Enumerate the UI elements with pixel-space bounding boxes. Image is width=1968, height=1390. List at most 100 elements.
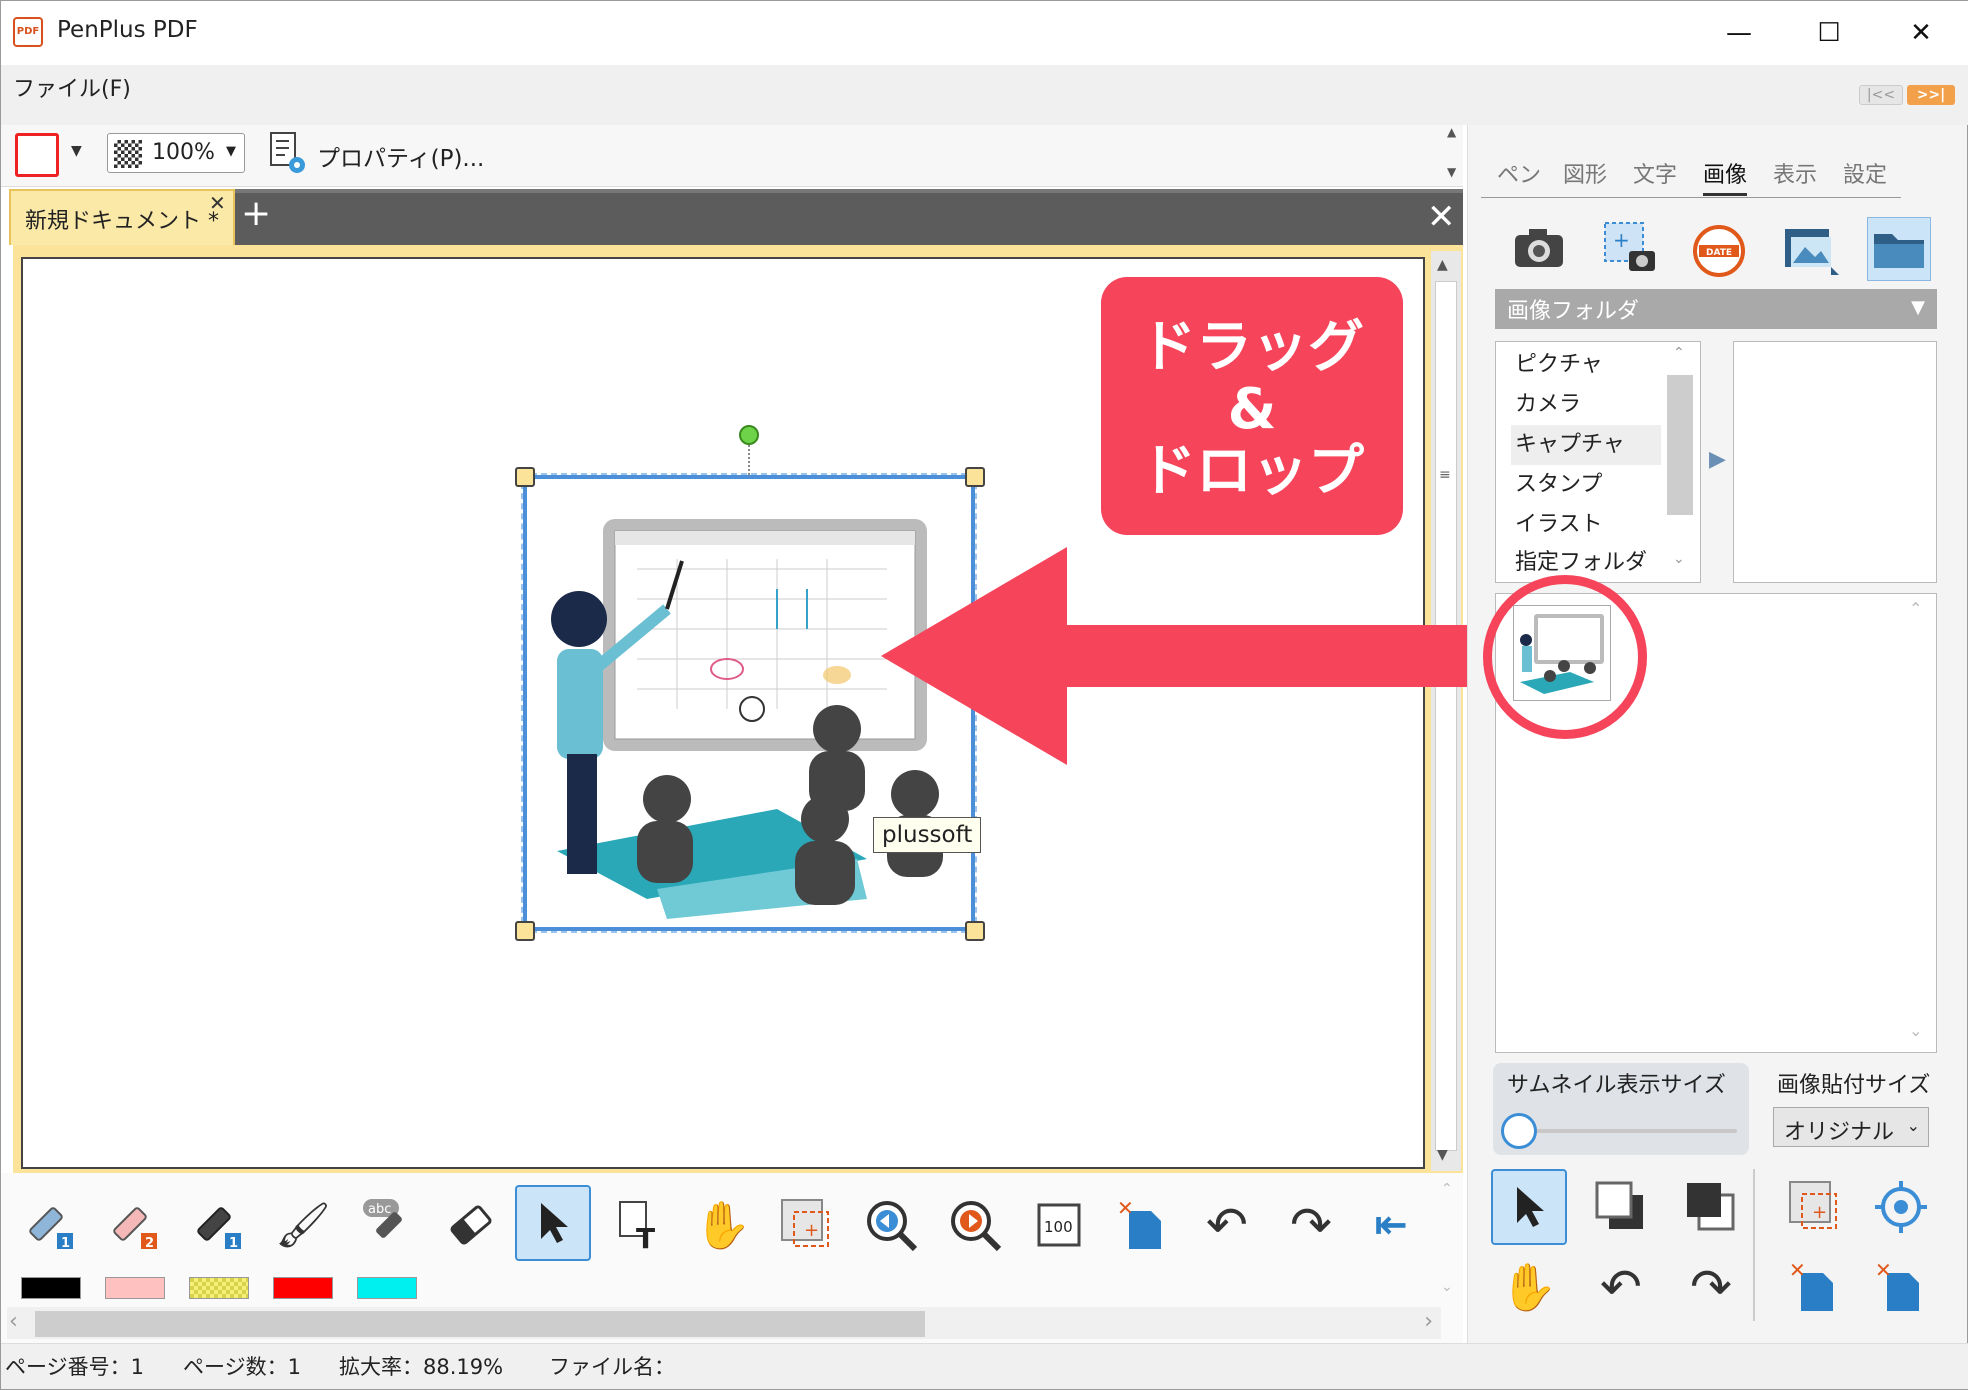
toolbar-scroll-down-icon[interactable]: ▼ — [1447, 165, 1456, 179]
screen-capture-icon[interactable]: + — [1601, 219, 1659, 281]
scroll-thumb[interactable] — [1667, 375, 1693, 515]
subfolder-list[interactable] — [1733, 341, 1937, 583]
date-stamp-icon[interactable]: DATE — [1691, 223, 1747, 283]
undo-icon[interactable]: ↶ — [1189, 1187, 1265, 1263]
drag-arrow-icon — [881, 547, 1481, 765]
image-tooltip: plussoft — [873, 817, 982, 853]
bring-forward-icon[interactable] — [1583, 1169, 1659, 1245]
crop-select-icon[interactable]: + — [1777, 1169, 1853, 1245]
text-marker-icon[interactable]: abc — [349, 1187, 425, 1263]
scroll-left-icon[interactable]: ‹ — [9, 1309, 18, 1334]
select-tool[interactable] — [515, 1185, 591, 1261]
status-page-count: ページ数：1 — [183, 1355, 301, 1379]
rotate-handle-connector — [748, 445, 750, 475]
tab-text[interactable]: 文字 — [1633, 157, 1677, 189]
panel-redo-icon[interactable]: ↷ — [1673, 1249, 1749, 1325]
delete-selected-icon[interactable]: ✕ — [1777, 1249, 1853, 1325]
panel-undo-icon[interactable]: ↶ — [1583, 1249, 1659, 1325]
resize-handle-top-left[interactable] — [515, 467, 535, 487]
tab-settings[interactable]: 設定 — [1843, 157, 1887, 189]
horizontal-scrollbar[interactable]: ‹ › — [7, 1307, 1441, 1339]
open-folder-button[interactable] — [1867, 217, 1931, 281]
add-tab-button[interactable]: + — [241, 193, 271, 234]
delete-all-icon[interactable]: ✕ — [1863, 1249, 1939, 1325]
scroll-up-icon[interactable]: ⌃ — [1673, 345, 1685, 361]
panel-collapse-button[interactable]: |<< — [1859, 85, 1903, 105]
send-backward-icon[interactable] — [1673, 1169, 1749, 1245]
close-all-tabs-button[interactable]: ✕ — [1427, 197, 1461, 237]
color-swatch-red[interactable] — [273, 1277, 333, 1299]
hand-tool-icon[interactable]: ✋ — [685, 1187, 761, 1263]
border-color-button[interactable] — [15, 133, 59, 177]
paste-size-value: オリジナル — [1784, 1120, 1895, 1145]
list-item-custom-folder[interactable]: 指定フォルダ — [1511, 543, 1661, 579]
tab-pen[interactable]: ペン — [1497, 157, 1541, 189]
drag-drop-callout: ドラッグ & ドロップ — [1101, 277, 1403, 535]
transparency-pattern-icon — [114, 140, 142, 168]
eraser-icon[interactable] — [433, 1187, 509, 1263]
thumbnail-scroll-down-icon[interactable]: ⌄ — [1909, 1021, 1922, 1040]
folder-category-dropdown[interactable]: 画像フォルダ ▼ — [1495, 289, 1937, 329]
folder-list-scrollbar[interactable]: ⌃ ⌄ — [1665, 345, 1695, 579]
redo-icon[interactable]: ↷ — [1273, 1187, 1349, 1263]
list-item-stamp[interactable]: スタンプ — [1511, 465, 1661, 505]
minimize-button[interactable]: — — [1717, 13, 1761, 53]
tab-close-icon[interactable]: ✕ — [209, 191, 226, 215]
status-file-name: ファイル名： — [549, 1355, 675, 1379]
tab-shape[interactable]: 図形 — [1563, 157, 1607, 189]
scroll-right-icon[interactable]: › — [1424, 1309, 1433, 1334]
maximize-button[interactable]: ☐ — [1807, 13, 1851, 53]
zoom-in-icon[interactable] — [937, 1187, 1013, 1263]
scroll-up-icon[interactable]: ▲ — [1437, 257, 1448, 273]
paste-size-select[interactable]: オリジナル ⌄ — [1773, 1107, 1929, 1147]
close-window-button[interactable]: ✕ — [1899, 13, 1943, 53]
list-item-capture[interactable]: キャプチャ — [1511, 425, 1661, 465]
resize-handle-bottom-left[interactable] — [515, 921, 535, 941]
scroll-down-icon[interactable]: ⌄ — [1673, 551, 1685, 567]
pen-2-icon[interactable]: 2 — [97, 1187, 173, 1263]
target-icon[interactable] — [1863, 1169, 1939, 1245]
expand-folder-arrow-icon[interactable]: ▶ — [1709, 447, 1726, 472]
thumbnail-scroll-up-icon[interactable]: ⌃ — [1909, 599, 1922, 618]
panel-hand-icon[interactable]: ✋ — [1491, 1249, 1567, 1325]
list-item-illust[interactable]: イラスト — [1511, 505, 1661, 545]
color-swatch-pink[interactable] — [105, 1277, 165, 1299]
tab-view[interactable]: 表示 — [1773, 157, 1817, 189]
panel-select-tool[interactable] — [1491, 1169, 1567, 1245]
chevron-down-icon[interactable]: ▼ — [71, 143, 82, 159]
thumbnail-size-slider[interactable] — [1501, 1113, 1537, 1149]
area-select-icon[interactable]: + — [769, 1187, 845, 1263]
zoom-out-icon[interactable] — [853, 1187, 929, 1263]
first-page-icon[interactable]: ⇤ — [1353, 1187, 1429, 1263]
list-item-camera[interactable]: カメラ — [1511, 385, 1661, 425]
scroll-down-icon[interactable]: ▼ — [1437, 1147, 1448, 1163]
camera-icon[interactable] — [1511, 223, 1567, 277]
zoom-dropdown[interactable]: 100% ▼ — [107, 133, 245, 173]
tab-image[interactable]: 画像 — [1703, 157, 1748, 196]
color-swatch-black[interactable] — [21, 1277, 81, 1299]
panel-expand-button[interactable]: >>| — [1907, 85, 1955, 105]
image-folder-icon[interactable] — [1781, 223, 1839, 281]
bottom-scroll-up-icon[interactable]: ⌃ — [1441, 1181, 1453, 1197]
color-swatch-yellow[interactable] — [189, 1277, 249, 1299]
pen-1-icon[interactable]: 1 — [13, 1187, 89, 1263]
svg-text:+: + — [804, 1220, 819, 1241]
bottom-scroll-down-icon[interactable]: ⌄ — [1441, 1279, 1453, 1295]
brush-icon[interactable]: 🖌 — [265, 1187, 341, 1263]
tab-new-document[interactable]: 新規ドキュメント * — [9, 189, 235, 245]
list-item-pictures[interactable]: ピクチャ — [1511, 345, 1661, 385]
toolbar-scroll-up-icon[interactable]: ▲ — [1447, 125, 1456, 139]
scroll-thumb[interactable] — [35, 1311, 925, 1337]
actual-size-icon[interactable]: 100 — [1021, 1187, 1097, 1263]
resize-handle-top-right[interactable] — [965, 467, 985, 487]
thumbnail-size-track[interactable] — [1507, 1129, 1737, 1133]
svg-text:+: + — [1613, 228, 1630, 252]
text-tool-icon[interactable]: T — [601, 1187, 677, 1263]
resize-handle-bottom-right[interactable] — [965, 921, 985, 941]
color-swatch-cyan[interactable] — [357, 1277, 417, 1299]
delete-object-icon[interactable]: ✕ — [1105, 1187, 1181, 1263]
marker-icon[interactable]: 1 — [181, 1187, 257, 1263]
rotate-handle[interactable] — [739, 425, 759, 445]
properties-button[interactable]: プロパティ(P)... — [317, 139, 484, 173]
menu-file[interactable]: ファイル(F) — [13, 71, 131, 103]
